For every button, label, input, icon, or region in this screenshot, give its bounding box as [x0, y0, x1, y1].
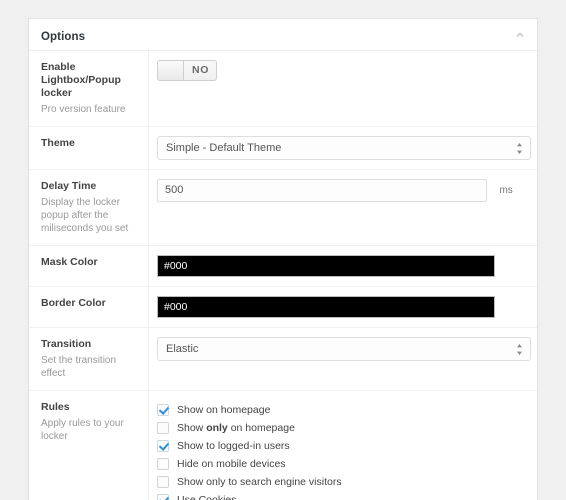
label-title: Border Color: [41, 297, 106, 309]
row-theme: Theme Simple - Default Theme: [29, 127, 537, 170]
delay-time-input[interactable]: 500: [157, 179, 487, 202]
chevron-updown-icon: [516, 142, 523, 155]
row-rules: Rules Apply rules to your locker Show on…: [29, 391, 537, 500]
row-field-delay-time: 500 ms: [149, 170, 537, 245]
mask-color-input[interactable]: #000: [157, 255, 495, 277]
list-item: Show to logged-in users: [157, 437, 525, 455]
row-label-mask-color: Mask Color: [29, 246, 149, 286]
enable-lightbox-toggle[interactable]: NO: [157, 60, 217, 81]
rule-checkbox-4[interactable]: [157, 476, 169, 488]
list-item: Show only on homepage: [157, 419, 525, 437]
row-field-theme: Simple - Default Theme: [149, 127, 543, 169]
rule-checkbox-2[interactable]: [157, 440, 169, 452]
label-title: Enable Lightbox/Popup locker: [41, 61, 121, 99]
rule-checkbox-1[interactable]: [157, 422, 169, 434]
label-title: Transition: [41, 338, 92, 350]
rule-checkbox-3[interactable]: [157, 458, 169, 470]
rule-label-1[interactable]: Show only on homepage: [177, 422, 295, 434]
label-description: Pro version feature: [41, 104, 126, 115]
row-mask-color: Mask Color #000: [29, 246, 537, 287]
label-title: Mask Color: [41, 256, 98, 268]
rule-label-0[interactable]: Show on homepage: [177, 404, 270, 416]
row-delay-time: Delay Time Display the locker popup afte…: [29, 170, 537, 246]
row-field-rules: Show on homepage Show only on homepage Sho…: [149, 391, 537, 500]
row-field-border-color: #000: [149, 287, 537, 327]
label-title: Delay Time: [41, 180, 97, 192]
toggle-state-label: NO: [192, 64, 209, 76]
row-label-rules: Rules Apply rules to your locker: [29, 391, 149, 500]
delay-time-unit: ms: [499, 185, 513, 196]
transition-select-value: Elastic: [166, 343, 199, 355]
label-title: Theme: [41, 137, 75, 149]
border-color-value: #000: [164, 301, 188, 313]
transition-select[interactable]: Elastic: [157, 337, 531, 361]
row-border-color: Border Color #000: [29, 287, 537, 328]
row-label-delay-time: Delay Time Display the locker popup afte…: [29, 170, 149, 245]
rule-checkbox-5[interactable]: [157, 494, 169, 500]
list-item: Show only to search engine visitors: [157, 473, 525, 491]
label-description: Set the transition effect: [41, 355, 117, 379]
delay-time-value: 500: [165, 184, 184, 196]
row-label-theme: Theme: [29, 127, 149, 169]
row-field-enable-lightbox: NO: [149, 51, 537, 126]
row-field-mask-color: #000: [149, 246, 537, 286]
page-title: Options: [41, 31, 86, 43]
row-label-border-color: Border Color: [29, 287, 149, 327]
rule-label-4[interactable]: Show only to search engine visitors: [177, 476, 342, 488]
panel-header: Options: [29, 19, 537, 51]
chevron-up-icon[interactable]: [513, 28, 527, 42]
row-field-transition: Elastic: [149, 328, 543, 390]
rule-label-3[interactable]: Hide on mobile devices: [177, 458, 286, 470]
label-description: Display the locker popup after the milis…: [41, 197, 129, 234]
list-item: Show on homepage: [157, 401, 525, 419]
rule-label-2[interactable]: Show to logged-in users: [177, 440, 290, 452]
row-label-transition: Transition Set the transition effect: [29, 328, 149, 390]
chevron-updown-icon: [516, 343, 523, 356]
row-label-enable-lightbox: Enable Lightbox/Popup locker Pro version…: [29, 51, 149, 126]
list-item: Use Cookies: [157, 491, 525, 500]
theme-select-value: Simple - Default Theme: [166, 142, 282, 154]
row-transition: Transition Set the transition effect Ela…: [29, 328, 537, 391]
row-enable-lightbox: Enable Lightbox/Popup locker Pro version…: [29, 51, 537, 127]
label-title: Rules: [41, 401, 70, 413]
rules-checkbox-group: Show on homepage Show only on homepage Sho…: [157, 400, 525, 500]
rule-label-5[interactable]: Use Cookies: [177, 494, 237, 500]
rule-checkbox-0[interactable]: [157, 404, 169, 416]
options-panel: Options Enable Lightbox/Popup locker Pro…: [28, 18, 538, 500]
list-item: Hide on mobile devices: [157, 455, 525, 473]
label-description: Apply rules to your locker: [41, 418, 124, 442]
mask-color-value: #000: [164, 260, 188, 272]
theme-select[interactable]: Simple - Default Theme: [157, 136, 531, 160]
page-background: Options Enable Lightbox/Popup locker Pro…: [0, 0, 566, 500]
border-color-input[interactable]: #000: [157, 296, 495, 318]
toggle-knob: [158, 61, 184, 80]
